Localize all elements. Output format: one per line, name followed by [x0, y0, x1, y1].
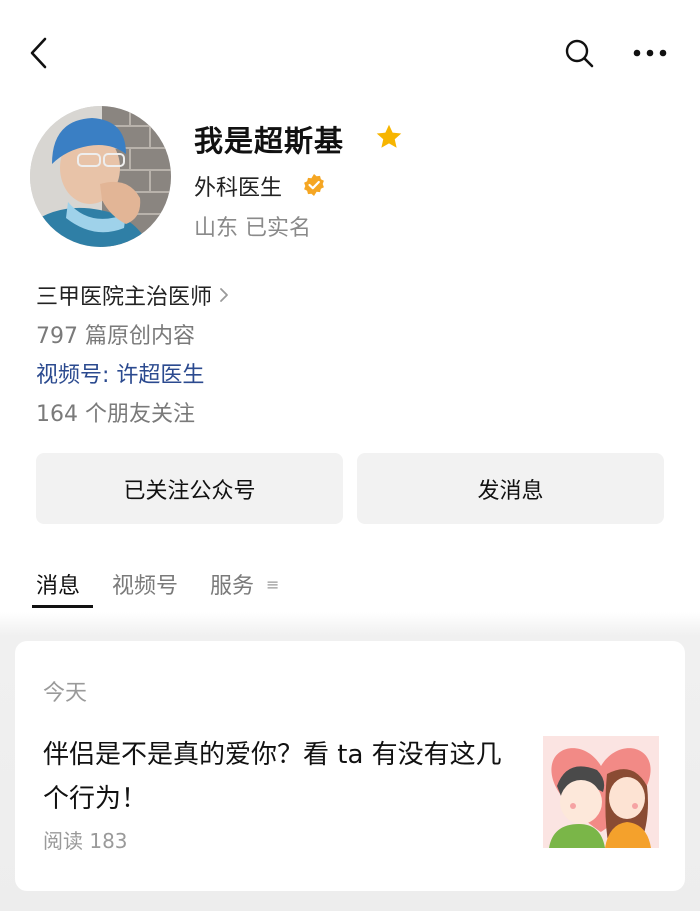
- company-label: 三甲医院主治医师: [36, 285, 213, 310]
- friends-following[interactable]: 164 个朋友关注: [36, 396, 195, 428]
- star-icon: [376, 124, 402, 148]
- chevron-right-icon: [220, 288, 228, 302]
- send-message-button[interactable]: 发消息: [357, 453, 664, 524]
- feed-date: 今天: [43, 681, 88, 706]
- menu-icon[interactable]: ≡: [266, 575, 279, 594]
- back-button[interactable]: [24, 36, 54, 70]
- search-button[interactable]: [562, 36, 596, 70]
- tab-messages[interactable]: 消息: [36, 568, 80, 600]
- more-button[interactable]: [630, 40, 670, 66]
- article-title[interactable]: 伴侣是不是真的爱你？看 ta 有没有这几个行为！: [43, 733, 513, 821]
- tab-services[interactable]: 服务: [210, 568, 254, 600]
- read-count: 阅读 183: [43, 829, 128, 853]
- account-name: 我是超斯基: [194, 124, 345, 158]
- couple-illustration: [543, 736, 659, 848]
- star-button[interactable]: [374, 122, 404, 152]
- avatar[interactable]: [30, 106, 171, 247]
- followed-button[interactable]: 已关注公众号: [36, 453, 343, 524]
- verified-badge[interactable]: [302, 173, 326, 197]
- video-channel-link[interactable]: 视频号: 许超医生: [36, 357, 204, 389]
- account-category: 外科医生: [194, 176, 283, 201]
- more-icon: [633, 49, 667, 57]
- active-tab-indicator: [32, 605, 93, 608]
- article-count[interactable]: 797 篇原创内容: [36, 318, 195, 350]
- chevron-left-icon: [30, 37, 47, 69]
- article-thumbnail[interactable]: [543, 736, 659, 848]
- company-link[interactable]: 三甲医院主治医师: [36, 279, 230, 311]
- avatar-image: [30, 106, 171, 247]
- search-icon: [565, 39, 594, 68]
- account-location: 山东 已实名: [194, 216, 311, 241]
- tab-video-channel[interactable]: 视频号: [112, 568, 178, 600]
- verified-icon: [304, 174, 324, 196]
- tab-bar: 消息 视频号 服务 ≡: [36, 568, 279, 600]
